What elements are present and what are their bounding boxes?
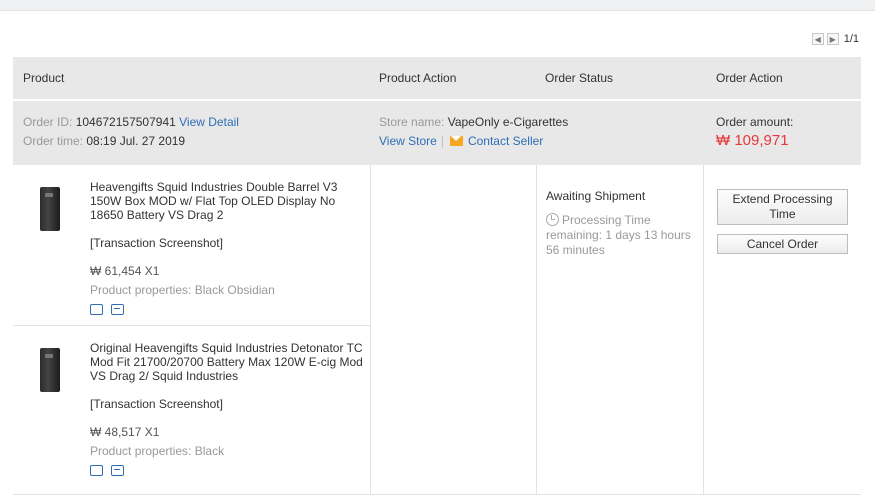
page-indicator: 1/1 [843,33,859,45]
product-properties: Product properties: Black [90,444,225,458]
divider [370,165,371,495]
cancel-order-button[interactable]: Cancel Order [717,234,848,254]
transaction-screenshot-link[interactable]: [Transaction Screenshot] [90,236,223,250]
processing-time: Processing Time remaining: 1 days 13 hou… [546,213,706,258]
processing-time-text: Processing Time remaining: 1 days 13 hou… [546,213,691,257]
product-title[interactable]: Original Heavengifts Squid Industries De… [90,341,370,383]
view-detail-link[interactable]: View Detail [179,115,239,129]
list-item: Heavengifts Squid Industries Double Barr… [13,165,370,325]
product-image[interactable] [40,187,60,231]
product-title[interactable]: Heavengifts Squid Industries Double Barr… [90,180,370,222]
receipt-icon[interactable] [111,465,124,476]
column-product-action: Product Action [379,71,457,85]
order-amount-label: Order amount: [716,115,794,129]
shipping-icon[interactable] [90,465,103,476]
order-summary: Order ID: 104672157507941 View Detail Or… [13,101,861,165]
order-amount-value: ₩ 109,971 [716,132,789,149]
list-item: Original Heavengifts Squid Industries De… [13,325,370,495]
order-status: Awaiting Shipment [546,189,646,203]
order-id-line: Order ID: 104672157507941 View Detail [23,115,239,129]
store-line: Store name: VapeOnly e-Cigarettes [379,115,568,129]
orders-panel: ◀ ▶ 1/1 Product Product Action Order Sta… [0,10,875,500]
product-price: ₩ 61,454 X1 [90,264,160,278]
product-properties: Product properties: Black Obsidian [90,283,275,297]
order-time-value: 08:19 Jul. 27 2019 [86,134,186,148]
store-name: VapeOnly e-Cigarettes [447,115,569,129]
clock-icon [546,213,559,226]
product-icons [90,304,124,315]
store-actions: View Store | Contact Seller [379,134,543,148]
order-items: Heavengifts Squid Industries Double Barr… [13,165,861,495]
receipt-icon[interactable] [111,304,124,315]
separator: | [440,134,444,148]
column-order-action: Order Action [716,71,783,85]
extend-processing-time-button[interactable]: Extend Processing Time [717,189,848,225]
order-time-line: Order time: 08:19 Jul. 27 2019 [23,134,185,148]
product-icons [90,465,124,476]
order-id-value: 104672157507941 [75,115,176,129]
order-id-label: Order ID: [23,115,73,129]
transaction-screenshot-link[interactable]: [Transaction Screenshot] [90,397,223,411]
contact-seller-link[interactable]: Contact Seller [468,134,543,148]
pagination: ◀ ▶ 1/1 [811,33,859,45]
order-time-label: Order time: [23,134,84,148]
product-image[interactable] [40,348,60,392]
column-product: Product [23,71,65,85]
store-label: Store name: [379,115,445,129]
table-header: Product Product Action Order Status Orde… [13,57,861,99]
mail-icon [449,136,463,146]
product-price: ₩ 48,517 X1 [90,425,160,439]
shipping-icon[interactable] [90,304,103,315]
divider [536,165,537,495]
chevron-right-icon[interactable]: ▶ [826,33,839,45]
column-order-status: Order Status [545,71,614,85]
chevron-left-icon[interactable]: ◀ [811,33,824,45]
view-store-link[interactable]: View Store [379,134,437,148]
